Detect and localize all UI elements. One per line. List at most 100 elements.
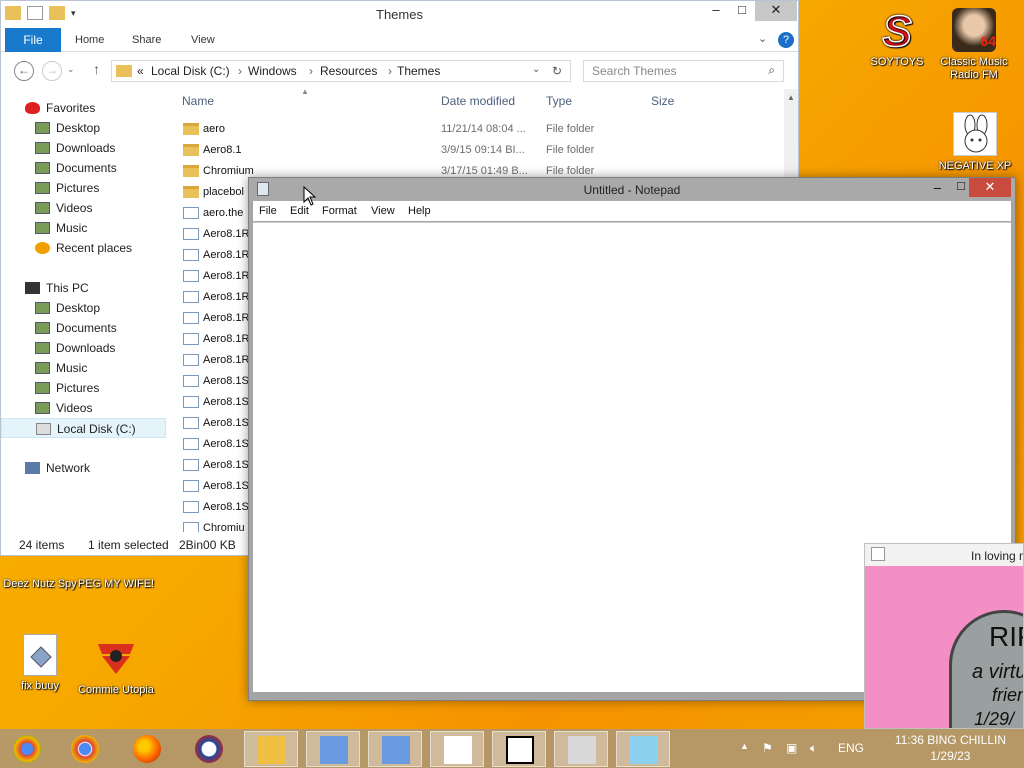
address-dropdown-icon[interactable]: ⌄ xyxy=(532,64,540,75)
maximize-button[interactable]: □ xyxy=(728,1,756,21)
back-button[interactable]: ← xyxy=(14,61,34,81)
folder-icon xyxy=(183,165,199,177)
taskbar-button[interactable] xyxy=(306,731,360,767)
nav-favorites[interactable]: Favorites xyxy=(1,98,166,118)
minimize-button[interactable]: – xyxy=(934,180,941,195)
nav-fav-videos[interactable]: Videos xyxy=(1,198,166,218)
desktop-icon xyxy=(35,122,50,134)
nav-fav-downloads[interactable]: Downloads xyxy=(1,138,166,158)
file-name: Aero8.1S xyxy=(203,417,249,429)
refresh-icon[interactable]: ↻ xyxy=(552,64,562,78)
nav-fav-documents[interactable]: Documents xyxy=(1,158,166,178)
file-name: Aero8.1 xyxy=(203,144,242,156)
up-button[interactable]: ↑ xyxy=(93,61,100,77)
taskbar-button[interactable] xyxy=(430,731,484,767)
nav-pc-pictures[interactable]: Pictures xyxy=(1,378,166,398)
taskbar-button[interactable] xyxy=(0,731,54,767)
system-clock[interactable]: 11:36 BING CHILLIN 1/29/23 xyxy=(895,732,1006,764)
tomb-line: 1/29/ xyxy=(974,709,1015,729)
show-hidden-icons-icon[interactable]: ▲ xyxy=(740,741,749,751)
taskbar-button[interactable] xyxy=(616,731,670,767)
input-language[interactable]: ENG xyxy=(838,741,864,755)
tab-share[interactable]: Share xyxy=(132,34,161,46)
menu-format[interactable]: Format xyxy=(322,205,357,217)
nav-fav-pictures[interactable]: Pictures xyxy=(1,178,166,198)
nav-this-pc[interactable]: This PC xyxy=(1,278,166,298)
address-bar-row: ← → ⌄ ↑ « Local Disk (C:) › Windows › Re… xyxy=(1,52,798,90)
desktop-icon-commie-utopia[interactable]: Commie Utopia xyxy=(76,636,156,697)
breadcrumb-windows[interactable]: Windows xyxy=(248,64,297,78)
breadcrumb-themes[interactable]: Themes xyxy=(397,64,440,78)
nav-pc-desktop[interactable]: Desktop xyxy=(1,298,166,318)
maximize-button[interactable]: □ xyxy=(957,178,965,193)
file-name: Aero8.1S xyxy=(203,501,249,513)
notepad-titlebar[interactable]: Untitled - Notepad – □ ✕ xyxy=(249,178,1015,201)
desktop-icon-classic-music[interactable]: 64 Classic Music Radio FM xyxy=(934,8,1014,82)
nav-label: Downloads xyxy=(56,341,116,355)
file-row[interactable]: Aero8.1 3/9/15 09:14 BI... File folder xyxy=(173,140,733,161)
help-icon[interactable]: ? xyxy=(778,32,794,48)
nav-pc-downloads[interactable]: Downloads xyxy=(1,338,166,358)
file-type: File folder xyxy=(546,165,595,177)
desktop-icon-negative-xp[interactable]: NEGATIVE XP xyxy=(935,112,1015,173)
desktop-icon-fix-buuy[interactable]: fix buuy xyxy=(0,634,80,693)
scroll-up-icon[interactable]: ▲ xyxy=(784,93,798,102)
music-icon xyxy=(35,362,50,374)
taskbar-button[interactable] xyxy=(244,731,298,767)
minimize-button[interactable]: – xyxy=(702,1,730,21)
in-loving-memory-window: In loving m RIP a virtu frien 1/29/ xyxy=(864,543,1024,729)
nav-pc-documents[interactable]: Documents xyxy=(1,318,166,338)
breadcrumb-overflow[interactable]: « xyxy=(137,64,144,78)
tab-home[interactable]: Home xyxy=(75,34,104,46)
breadcrumb-resources[interactable]: Resources xyxy=(320,64,377,78)
menu-help[interactable]: Help xyxy=(408,205,431,217)
volume-icon[interactable]: 🔈︎ xyxy=(810,741,817,756)
column-size[interactable]: Size xyxy=(651,94,674,108)
nav-label: Videos xyxy=(56,201,93,215)
action-center-flag-icon[interactable]: ⚑ xyxy=(762,741,773,755)
network-tray-icon[interactable]: ▣ xyxy=(786,741,797,755)
search-input[interactable]: Search Themes ⌕ xyxy=(583,60,784,82)
nav-pc-videos[interactable]: Videos xyxy=(1,398,166,418)
nav-pc-music[interactable]: Music xyxy=(1,358,166,378)
taskbar-button[interactable] xyxy=(554,731,608,767)
theme-file-icon xyxy=(183,333,199,345)
taskbar-button[interactable] xyxy=(120,731,174,767)
nav-fav-recent-places[interactable]: Recent places xyxy=(1,238,166,258)
file-type: File folder xyxy=(546,123,595,135)
sort-arrow-icon: ▲ xyxy=(301,87,309,96)
ribbon-expand-icon[interactable]: ⌄ xyxy=(758,32,767,45)
close-button[interactable]: ✕ xyxy=(755,1,797,21)
taskbar-button[interactable] xyxy=(58,731,112,767)
breadcrumb-local-disk[interactable]: Local Disk (C:) xyxy=(151,64,230,78)
desktop-icon-peg[interactable]: PEG MY WIFE! xyxy=(76,556,156,591)
desktop-icon-deez-nutz[interactable]: Deez Nutz Spy xyxy=(0,556,80,591)
nav-pc-local-disk-c-[interactable]: Local Disk (C:) xyxy=(1,418,166,438)
favorites-heart-icon xyxy=(25,102,40,114)
taskbar-button[interactable] xyxy=(182,731,236,767)
loving-titlebar[interactable]: In loving m xyxy=(865,544,1023,566)
desktop-icon-soytoys[interactable]: S SOYTOYS xyxy=(857,6,937,69)
close-button[interactable]: ✕ xyxy=(969,178,1011,197)
breadcrumb-sep: › xyxy=(238,64,242,78)
tomb-line: a virtu xyxy=(972,661,1024,683)
nav-fav-desktop[interactable]: Desktop xyxy=(1,118,166,138)
column-name[interactable]: Name xyxy=(182,94,214,108)
tab-file[interactable]: File xyxy=(5,28,61,52)
file-name: Chromiu xyxy=(203,522,245,532)
menu-file[interactable]: File xyxy=(259,205,277,217)
ribbon-tabs: File Home Share View ⌄ ? xyxy=(1,28,798,52)
column-type[interactable]: Type xyxy=(546,94,572,108)
file-row[interactable]: aero 11/21/14 08:04 ... File folder xyxy=(173,119,733,140)
column-date[interactable]: Date modified xyxy=(441,94,515,108)
address-field[interactable]: « Local Disk (C:) › Windows › Resources … xyxy=(111,60,571,82)
menu-view[interactable]: View xyxy=(371,205,395,217)
taskbar-button[interactable] xyxy=(492,731,546,767)
nav-network[interactable]: Network xyxy=(1,458,166,478)
taskbar-button[interactable] xyxy=(368,731,422,767)
tab-view[interactable]: View xyxy=(191,34,215,46)
forward-button[interactable]: → xyxy=(42,61,62,81)
nav-fav-music[interactable]: Music xyxy=(1,218,166,238)
recent-locations-icon[interactable]: ⌄ xyxy=(67,64,75,75)
desktop-icon-label: fix buuy xyxy=(21,680,59,692)
